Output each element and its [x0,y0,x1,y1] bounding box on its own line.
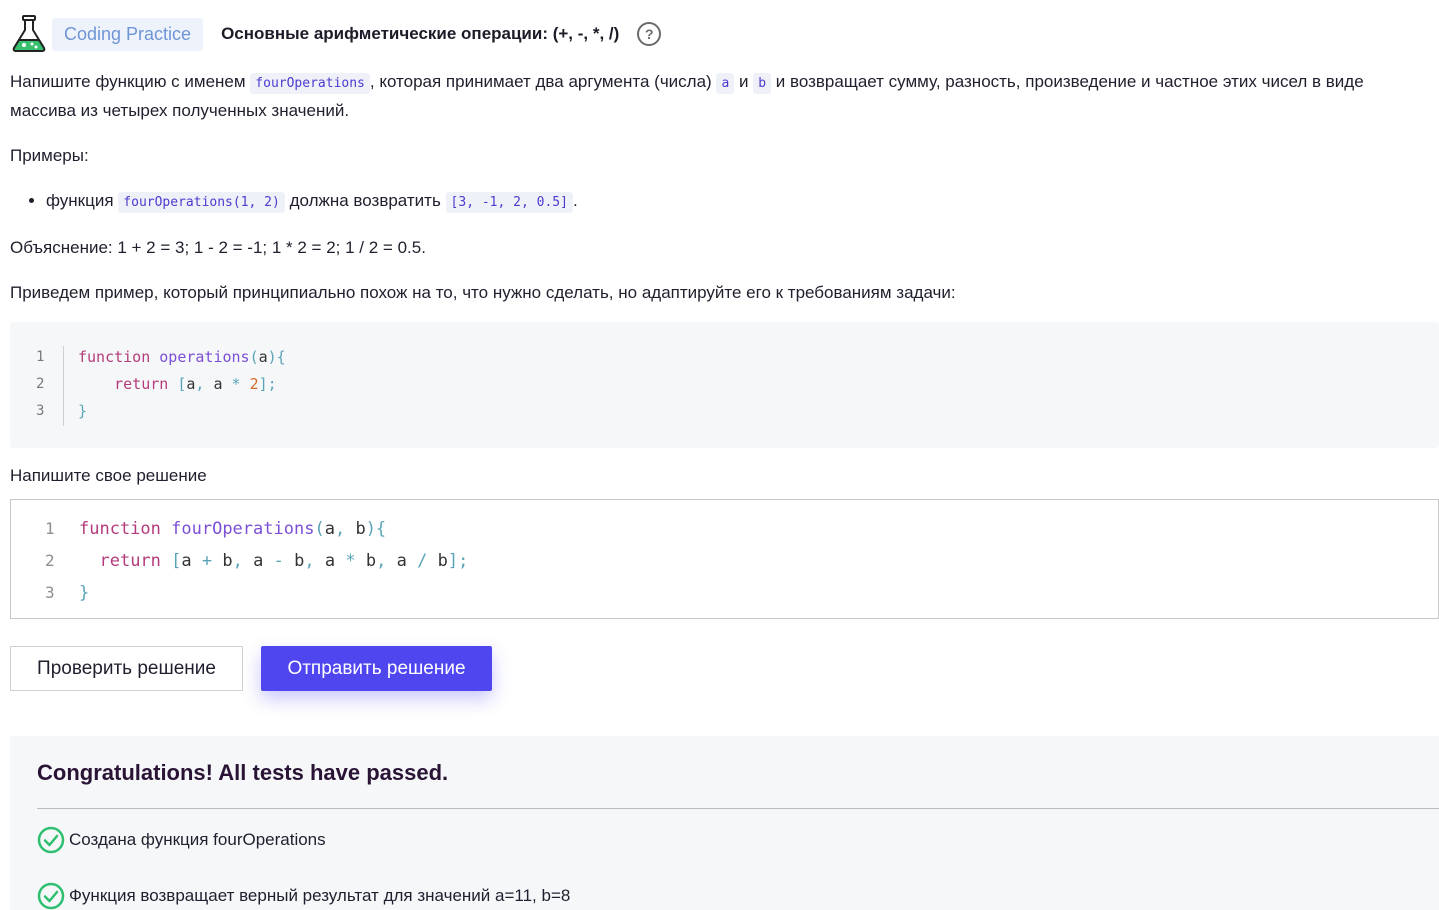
task-paragraph: Напишите функцию с именем fourOperations… [10,72,1364,120]
example-item: функция fourOperations(1, 2) должна возв… [46,187,1428,216]
test-results-panel: Congratulations! All tests have passed. … [10,736,1439,910]
editor-code[interactable]: function fourOperations(a, b){ return [a… [79,513,468,609]
example-code-block: 1 2 3 function operations(a){ return [a,… [10,322,1439,448]
category-badge: Coding Practice [52,17,204,51]
test-result-item: Создана функция fourOperations [37,826,326,854]
gutter-divider [63,346,64,426]
examples-label: Примеры: [10,146,89,165]
inline-code-example-call: fourOperations(1, 2) [118,192,285,213]
line-numbers: 1 2 3 [36,349,45,419]
inline-code-arg-b: b [753,73,772,94]
task-header: Coding Practice Основные арифметические … [10,14,662,54]
inline-code-example-result: [3, -1, 2, 0.5] [445,192,573,213]
check-circle-icon [37,882,65,910]
hint-text: Приведем пример, который принципиально п… [10,283,956,302]
inline-code-function-name: fourOperations [250,73,370,94]
examples-list: функция fourOperations(1, 2) должна возв… [10,187,1428,216]
editor-line-numbers: 1 2 3 [45,519,55,602]
task-description: Напишите функцию с именем fourOperations… [10,68,1428,324]
code-editor[interactable]: 1 2 3 function fourOperations(a, b){ ret… [10,499,1439,619]
submit-solution-button[interactable]: Отправить решение [261,646,492,691]
results-divider [37,808,1439,809]
help-icon[interactable]: ? [637,22,662,46]
inline-code-arg-a: a [716,73,735,94]
check-circle-icon [37,826,65,854]
test-result-text: Функция возвращает верный результат для … [69,886,571,905]
task-title: Основные арифметические операции: (+, -,… [221,24,620,43]
results-title: Congratulations! All tests have passed. [37,760,449,785]
explanation-text: Объяснение: 1 + 2 = 3; 1 - 2 = -1; 1 * 2… [10,238,426,257]
flask-icon [12,15,46,52]
example-code: function operations(a){ return [a, a * 2… [78,348,286,420]
check-solution-button[interactable]: Проверить решение [10,646,243,691]
solution-label: Напишите свое решение [10,466,207,485]
test-result-item: Функция возвращает верный результат для … [37,882,570,910]
test-result-text: Создана функция fourOperations [69,830,326,849]
